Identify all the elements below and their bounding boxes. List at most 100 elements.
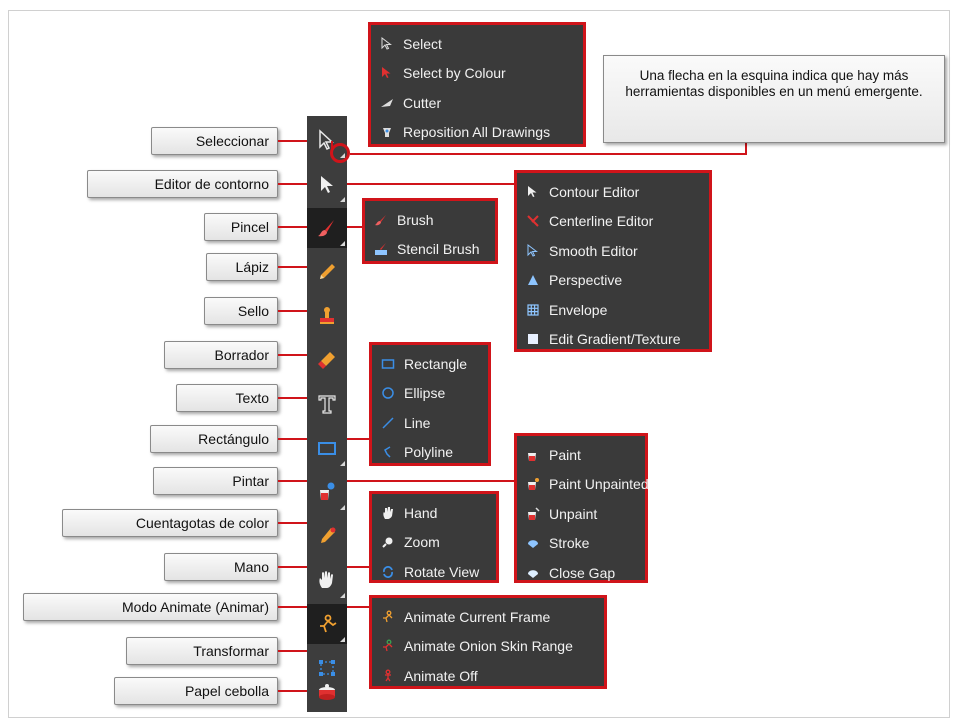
menu-item-select-by-colour[interactable]: Select by Colour [371, 59, 583, 89]
zoom-icon [382, 537, 393, 548]
connector-borrador [278, 354, 307, 356]
connector-texto [278, 397, 307, 399]
menu-item-perspective[interactable]: Perspective [517, 266, 709, 296]
label-texto: Texto [176, 384, 278, 412]
select-popup-menu: Select Select by Colour Cutter Repositio… [368, 22, 586, 147]
menu-item-reposition[interactable]: Reposition All Drawings [371, 118, 583, 148]
eraser-tool[interactable] [307, 340, 347, 380]
hand-tool[interactable] [307, 560, 347, 600]
paint-bucket-icon [320, 482, 335, 500]
menu-item-label: Cutter [403, 94, 442, 111]
menu-item-paint-unpainted[interactable]: Paint Unpainted [517, 470, 649, 500]
menu-item-unpaint[interactable]: Unpaint [517, 499, 645, 529]
label-editor-contorno: Editor de contorno [87, 170, 278, 198]
label-seleccionar: Seleccionar [151, 127, 278, 155]
menu-item-select[interactable]: Select [371, 29, 583, 59]
brush-popup-menu: Brush Stencil Brush [362, 198, 498, 264]
connector-shapes-menu [347, 438, 370, 440]
label-sello: Sello [204, 297, 278, 325]
menu-item-envelope[interactable]: Envelope [517, 295, 709, 325]
brush-tool[interactable] [307, 208, 347, 248]
connector-paint-menu [347, 480, 515, 482]
pencil-icon [320, 264, 335, 279]
shapes-popup-menu: Rectangle Ellipse Line Polyline [369, 342, 491, 466]
menu-item-smooth-editor[interactable]: Smooth Editor [517, 236, 709, 266]
menu-item-stroke[interactable]: Stroke [517, 529, 645, 559]
connector-pincel [278, 226, 307, 228]
text-tool[interactable] [307, 384, 347, 424]
rectangle-tool[interactable] [307, 428, 347, 468]
menu-item-zoom[interactable]: Zoom [372, 528, 496, 558]
menu-item-brush[interactable]: Brush [365, 205, 495, 235]
menu-item-hand[interactable]: Hand [372, 498, 496, 528]
corner-arrow-highlight [330, 143, 350, 163]
menu-item-line[interactable]: Line [372, 408, 488, 438]
menu-item-centerline-editor[interactable]: Centerline Editor [517, 207, 709, 237]
menu-item-label: Zoom [404, 534, 440, 551]
menu-item-stencil-brush[interactable]: Stencil Brush [365, 235, 495, 265]
menu-item-label: Hand [404, 504, 438, 521]
reposition-icon [383, 128, 391, 138]
menu-item-label: Envelope [549, 301, 608, 318]
menu-item-label: Animate Onion Skin Range [404, 638, 573, 655]
pencil-tool[interactable] [307, 252, 347, 292]
menu-item-paint[interactable]: Paint [517, 440, 645, 470]
menu-item-label: Polyline [404, 444, 454, 461]
animate-onion-icon [383, 639, 393, 652]
paint-tool[interactable] [307, 472, 347, 512]
connector-papel [278, 690, 307, 692]
stamp-tool[interactable] [307, 296, 347, 336]
paint-unpainted-icon [528, 478, 539, 491]
paint-popup-menu: Paint Paint Unpainted Unpaint Stroke Clo… [514, 433, 649, 583]
menu-item-rectangle[interactable]: Rectangle [372, 349, 488, 379]
animate-icon [320, 614, 337, 633]
menu-item-label: Centerline Editor [549, 213, 654, 230]
contour-editor-tool[interactable] [307, 164, 347, 204]
connector-rectangulo [278, 438, 307, 440]
select-by-colour-icon [382, 67, 391, 79]
menu-item-cutter[interactable]: Cutter [371, 88, 583, 118]
popup-hint-note: Una flecha en la esquina indica que hay … [603, 55, 945, 143]
paint-bucket-icon [528, 452, 536, 461]
menu-item-label: Brush [397, 211, 434, 228]
more-tools-corner-icon [340, 197, 345, 202]
connector-hand-menu [347, 566, 370, 568]
menu-item-label: Rotate View [404, 563, 480, 580]
menu-item-label: Reposition All Drawings [403, 124, 551, 141]
label-papel-cebolla: Papel cebolla [114, 677, 278, 705]
connector-seleccionar [278, 140, 307, 142]
label-transformar: Transformar [126, 637, 278, 665]
onion-skin-tool[interactable] [307, 672, 347, 712]
dropper-tool[interactable] [307, 516, 347, 556]
envelope-grid-icon [527, 304, 539, 316]
stamp-icon [320, 307, 334, 324]
menu-item-contour-editor[interactable]: Contour Editor [517, 177, 709, 207]
centerline-icon [527, 215, 539, 227]
animate-mode-tool[interactable] [307, 604, 347, 644]
label-lapiz: Lápiz [206, 253, 278, 281]
menu-item-animate-current-frame[interactable]: Animate Current Frame [372, 602, 604, 632]
menu-item-edit-gradient[interactable]: Edit Gradient/Texture [517, 325, 709, 355]
menu-item-label: Stroke [549, 535, 590, 552]
unpaint-icon [528, 507, 540, 520]
menu-item-label: Animate Off [404, 667, 478, 684]
perspective-icon [528, 275, 538, 286]
connector-sello [278, 310, 307, 312]
connector-note-vertical [745, 143, 747, 155]
connector-pintar [278, 480, 307, 482]
menu-item-animate-off[interactable]: Animate Off [372, 661, 604, 691]
menu-item-close-gap[interactable]: Close Gap [517, 558, 645, 588]
menu-item-label: Smooth Editor [549, 242, 638, 259]
menu-item-animate-onion-skin-range[interactable]: Animate Onion Skin Range [372, 632, 604, 662]
menu-item-ellipse[interactable]: Ellipse [372, 379, 488, 409]
connector-contour-menu [347, 183, 515, 185]
menu-item-label: Paint Unpainted [549, 476, 649, 493]
dropper-icon [321, 527, 336, 543]
menu-item-label: Close Gap [549, 564, 616, 581]
menu-item-polyline[interactable]: Polyline [372, 438, 488, 468]
contour-arrow-icon [528, 185, 537, 197]
text-t-icon [318, 395, 336, 414]
menu-item-rotate-view[interactable]: Rotate View [372, 557, 496, 587]
connector-animate [278, 606, 307, 608]
eraser-icon [318, 352, 335, 369]
